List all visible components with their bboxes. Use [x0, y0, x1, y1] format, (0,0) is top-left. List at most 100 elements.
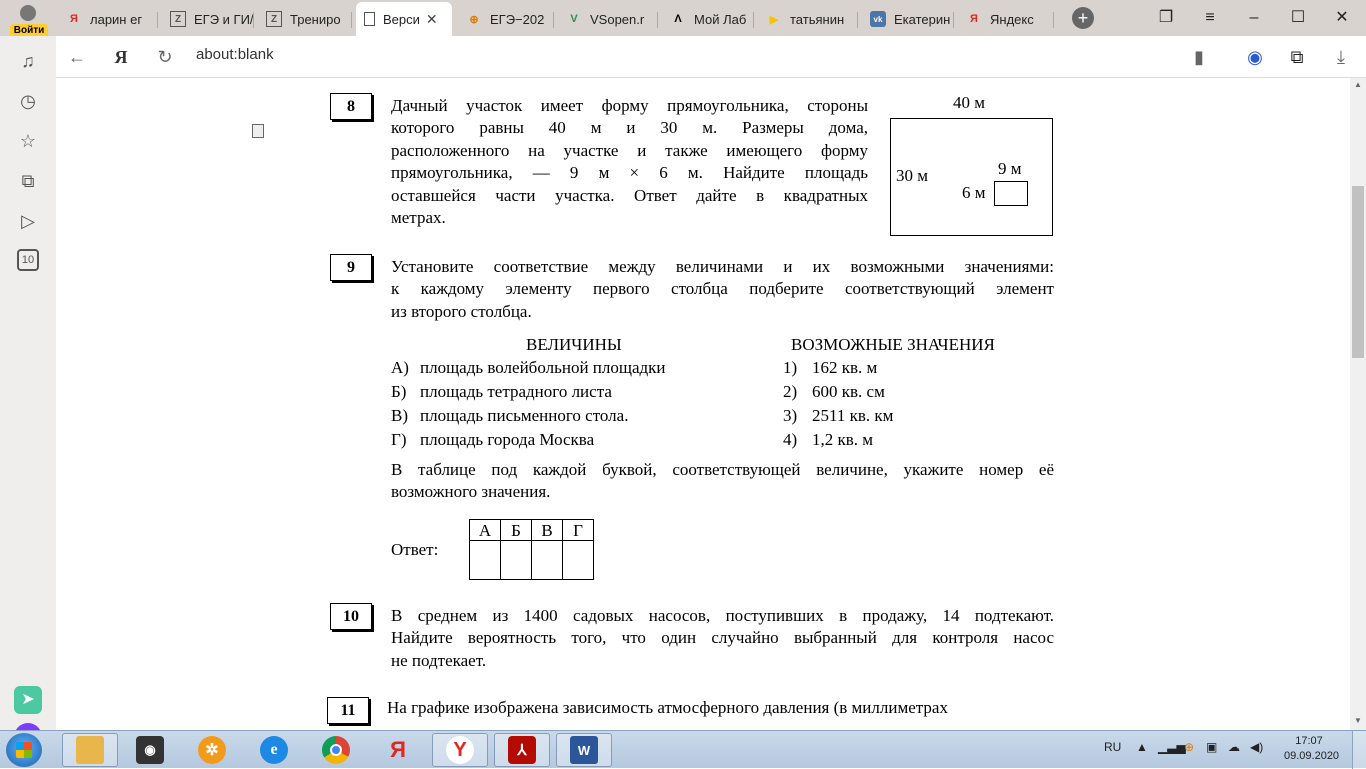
answer-table-header: В — [531, 519, 563, 541]
menu-icon[interactable]: ≡ — [1188, 0, 1232, 36]
counter-badge-icon[interactable]: 10 — [17, 249, 39, 271]
volume-icon[interactable]: ◀) — [1250, 740, 1263, 754]
yandex-logo-button[interactable]: Я — [108, 44, 134, 70]
vertical-scrollbar[interactable]: ▲ ▼ — [1350, 78, 1366, 730]
url-field[interactable]: about:blank — [196, 46, 274, 138]
answer-table-header: А — [469, 519, 501, 541]
taskbar-camera[interactable]: ◉ — [122, 733, 178, 767]
protect-icon[interactable]: ⧉ — [1284, 44, 1310, 70]
back-button[interactable]: ← — [64, 44, 90, 70]
value-number: 4) — [783, 430, 798, 449]
column-header-values: ВОЗМОЖНЫЕ ЗНАЧЕНИЯ — [791, 335, 995, 354]
tabs-overview-icon[interactable]: ❐ — [1144, 0, 1188, 36]
tab-label: Трениро — [290, 11, 341, 27]
tab-9[interactable]: Я Яндекс — [958, 4, 1054, 34]
chrome-icon — [322, 736, 350, 764]
tab-2[interactable]: Z Трениро — [258, 4, 352, 34]
clock[interactable]: 17:07 09.09.2020 — [1284, 734, 1340, 764]
tab-3[interactable]: Верси ✕ — [356, 2, 452, 36]
taskbar-pdf[interactable]: ⅄ — [494, 733, 550, 767]
taskbar-explorer[interactable] — [62, 733, 118, 767]
answer-label: Ответ: — [391, 540, 439, 559]
taskbar-ie[interactable]: e — [246, 733, 302, 767]
taskbar-word[interactable]: W — [556, 733, 612, 767]
tray-chevron-icon[interactable]: ▲ — [1136, 740, 1148, 754]
tab-5[interactable]: V VSopen.r — [558, 4, 658, 34]
send-icon[interactable]: ➤ — [14, 686, 42, 714]
language-indicator[interactable]: RU — [1104, 740, 1121, 754]
tab-4[interactable]: ⊕ ЕГЭ−202 — [458, 4, 554, 34]
tab-separator — [351, 12, 352, 28]
question-8-line: которого равны 40 м и 30 м. Размеры дома… — [391, 118, 868, 138]
maximize-button[interactable]: ☐ — [1276, 0, 1320, 36]
device-icon[interactable]: ▣ — [1206, 740, 1217, 754]
tab-separator — [857, 12, 858, 28]
taskbar-yandex-browser[interactable]: Y — [432, 733, 488, 767]
bell-icon[interactable]: ♫ — [17, 50, 39, 72]
question-8-line: Дачный участок имеет форму прямоугольник… — [391, 96, 868, 115]
answer-cell-b[interactable] — [500, 540, 532, 580]
tab-1[interactable]: Z ЕГЭ и ГИ/ — [162, 4, 254, 34]
bookmark-icon[interactable]: ▮ — [1186, 44, 1212, 70]
value-text: 600 кв. см — [812, 382, 885, 401]
column-header-quantities: ВЕЛИЧИНЫ — [526, 335, 622, 354]
url-text: about:blank — [196, 46, 274, 63]
tab-separator — [157, 12, 158, 28]
answer-table-header: Г — [562, 519, 594, 541]
tab-8[interactable]: vk Екатерин — [862, 4, 954, 34]
answer-table-header: Б — [500, 519, 532, 541]
question-9-line: из второго столбца. — [391, 301, 532, 321]
scroll-up-arrow-icon[interactable]: ▲ — [1350, 80, 1366, 92]
tab-separator — [753, 12, 754, 28]
question-9-instruction-line: возможного значения. — [391, 482, 551, 502]
history-icon[interactable]: ◷ — [17, 90, 39, 112]
figure-left-label: 30 м — [896, 166, 929, 185]
play-icon[interactable]: ▷ — [17, 210, 39, 232]
question-9-line: к каждому элементу первого столбца подбе… — [391, 279, 1054, 299]
start-button[interactable] — [6, 733, 42, 767]
new-tab-button[interactable]: + — [1072, 7, 1094, 29]
clock-date: 09.09.2020 — [1284, 750, 1340, 762]
answer-cell-g[interactable] — [562, 540, 594, 580]
close-window-button[interactable]: ✕ — [1320, 0, 1364, 36]
taskbar-chrome[interactable] — [308, 733, 364, 767]
scrollbar-thumb[interactable] — [1352, 186, 1364, 358]
tab-favicon-icon: Z — [266, 11, 282, 27]
downloads-icon[interactable]: ⤓ — [1328, 44, 1354, 70]
question-10-line: В среднем из 1400 садовых насосов, посту… — [391, 606, 1054, 625]
yandex-browser-icon: Y — [446, 736, 474, 764]
media-icon: ✲ — [198, 736, 226, 764]
collections-icon[interactable]: ⧉ — [17, 170, 39, 192]
tab-6[interactable]: Λ Мой Лаб — [662, 4, 754, 34]
show-desktop-button[interactable] — [1352, 731, 1366, 769]
tab-favicon-icon: ▶ — [769, 13, 779, 26]
star-icon[interactable]: ☆ — [17, 130, 39, 152]
taskbar-yandex[interactable]: Я — [370, 733, 426, 767]
tab-7[interactable]: ▶ татьянин — [758, 4, 858, 34]
extension-icon[interactable]: ◉ — [1242, 44, 1268, 70]
pdf-icon: ⅄ — [508, 736, 536, 764]
tab-label: ЕГЭ−202 — [490, 11, 545, 27]
minimize-button[interactable]: – — [1232, 0, 1276, 36]
signal-icon[interactable]: ▁▃▅ — [1158, 740, 1186, 754]
answer-cell-v[interactable] — [531, 540, 563, 580]
quantity-text: площадь письменного стола. — [420, 406, 629, 425]
tab-0[interactable]: Яларин ег — [58, 4, 158, 34]
close-tab-icon[interactable]: ✕ — [426, 11, 438, 28]
reload-button[interactable]: ↻ — [152, 44, 178, 70]
network-icon[interactable]: ☁ — [1228, 740, 1240, 754]
value-text: 1,2 кв. м — [812, 430, 874, 449]
profile-button[interactable]: Войти — [8, 2, 48, 38]
taskbar-media[interactable]: ✲ — [184, 733, 240, 767]
scroll-down-arrow-icon[interactable]: ▼ — [1350, 716, 1366, 728]
tab-favicon-icon: V — [570, 13, 578, 25]
camera-icon: ◉ — [136, 736, 164, 764]
answer-cell-a[interactable] — [469, 540, 501, 580]
value-number: 1) — [783, 358, 798, 377]
folder-icon — [76, 736, 104, 764]
tab-favicon-icon: vk — [870, 11, 886, 27]
value-text: 162 кв. м — [812, 358, 878, 377]
house-width-label: 9 м — [998, 159, 1022, 178]
answer-table: АБВГ — [469, 519, 594, 580]
tray-app-icon[interactable]: ⊕ — [1184, 740, 1194, 754]
